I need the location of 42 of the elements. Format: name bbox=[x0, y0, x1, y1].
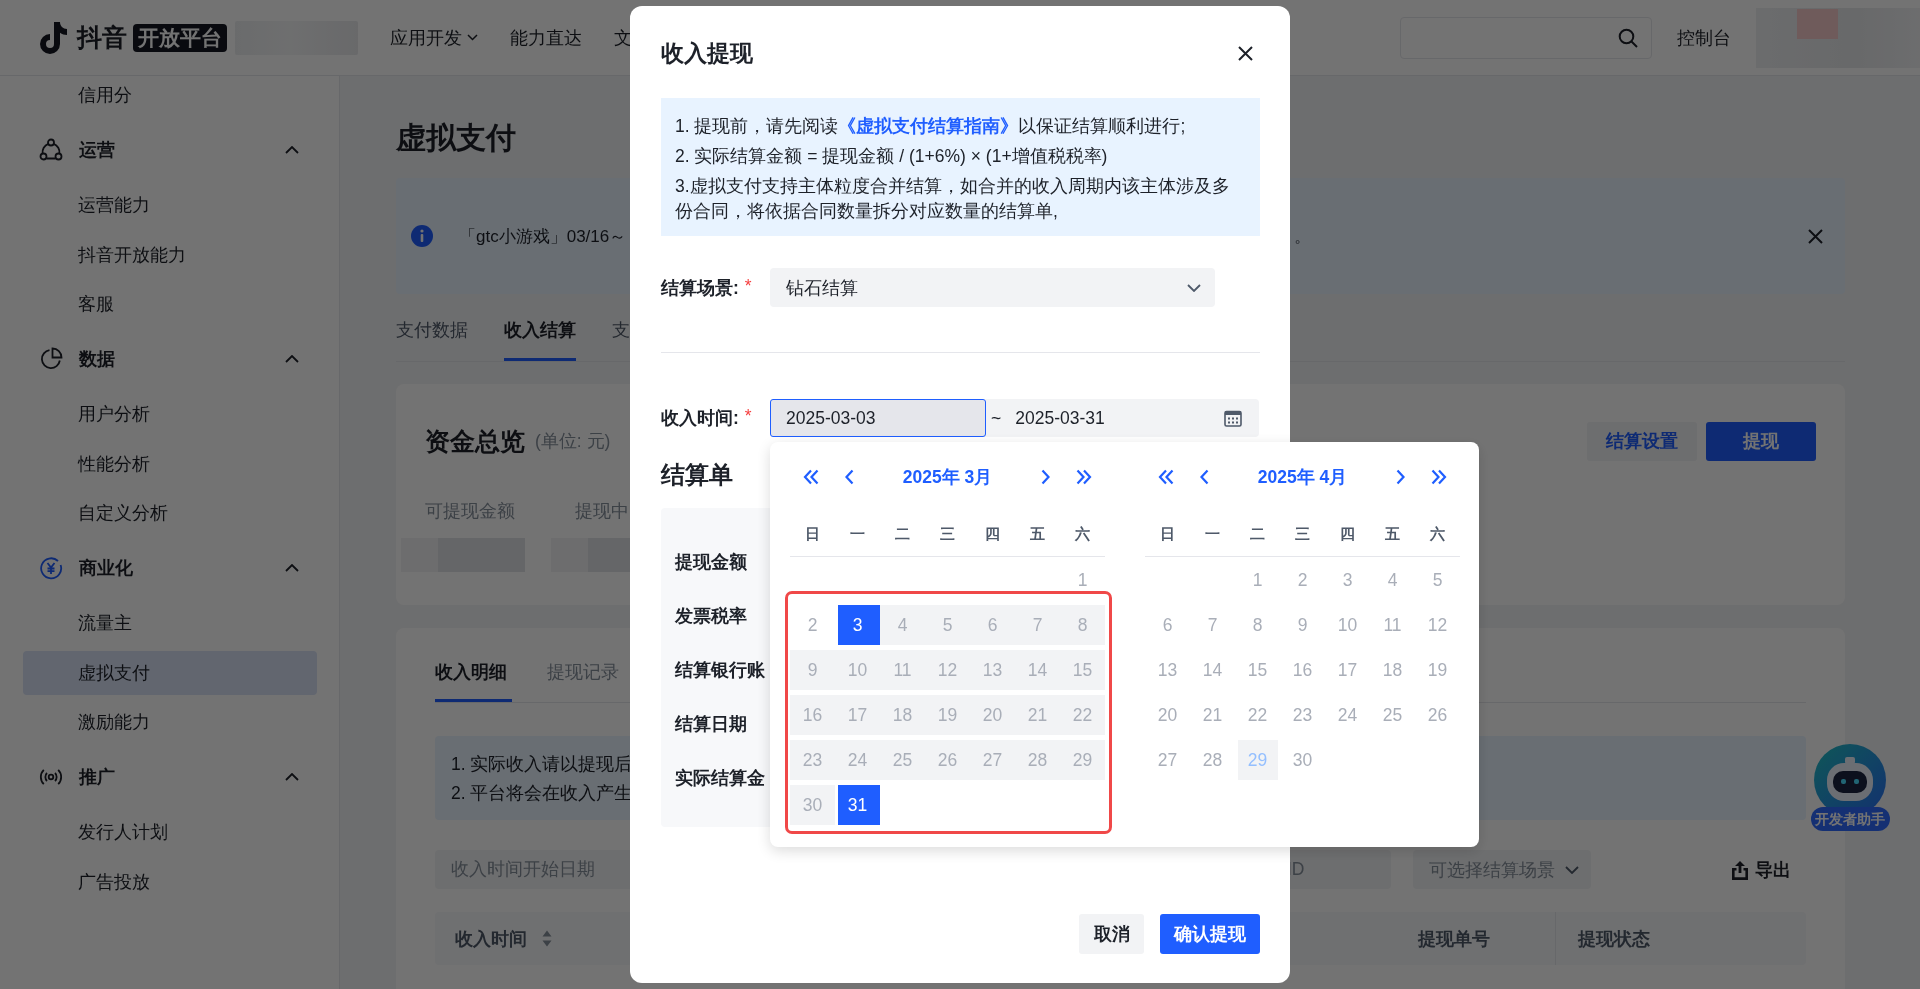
field-label: 结算银行账 bbox=[675, 659, 765, 682]
required-mark: * bbox=[744, 275, 752, 298]
weekday-label: 二 bbox=[1250, 524, 1265, 544]
modal-title: 收入提现 bbox=[661, 39, 753, 68]
weekday-label: 三 bbox=[940, 524, 955, 544]
required-mark: * bbox=[744, 406, 752, 428]
weekday-label: 日 bbox=[805, 524, 820, 544]
section-title: 资金总览 bbox=[425, 425, 525, 457]
weekday-label: 三 bbox=[1295, 524, 1310, 544]
notice-text: 2. 实际结算金额 = 提现金额 / (1+6%) × (1+增值税税率) bbox=[675, 144, 1108, 168]
form-label: 结算场景: bbox=[661, 276, 739, 300]
month-title: 2025年 4月 bbox=[1257, 466, 1348, 489]
weekday-label: 二 bbox=[895, 524, 910, 544]
field-label: 提现金额 bbox=[675, 551, 747, 574]
brand-name: 抖音 bbox=[77, 22, 127, 53]
weekday-label: 四 bbox=[985, 524, 1000, 544]
weekday-label: 日 bbox=[1160, 524, 1175, 544]
weekday-label: 五 bbox=[1030, 524, 1045, 544]
month-title: 2025年 3月 bbox=[902, 466, 993, 489]
weekday-label: 五 bbox=[1385, 524, 1400, 544]
column-header: 提现状态 bbox=[1578, 927, 1650, 951]
field-label: 结算日期 bbox=[675, 713, 747, 736]
notice-text: 3.虚拟支付支持主体粒度合并结算，如合并的收入周期内该主体涉及多份合同，将依据合同数量拆分对应数量的结算单, bbox=[675, 174, 1231, 223]
weekday-label: 一 bbox=[850, 524, 865, 544]
field-label: 实际结算金 bbox=[675, 767, 765, 790]
notice-text: 1. 实际收入请以提现后 bbox=[451, 753, 633, 776]
weekday-label: 四 bbox=[1340, 524, 1355, 544]
column-header: 提现单号 bbox=[1418, 927, 1490, 951]
column-header: 收入时间 bbox=[455, 927, 527, 951]
alert-text: 「gtc小游戏」03/16～ bbox=[459, 225, 627, 248]
notice-text: 1. 提现前，请先阅读《虚拟支付结算指南》以保证结算顺利进行; bbox=[675, 114, 1186, 138]
alert-text: 。 bbox=[1294, 225, 1311, 248]
field-label: 发票税率 bbox=[675, 605, 747, 628]
weekday-label: 一 bbox=[1205, 524, 1220, 544]
form-label: 收入时间: bbox=[661, 407, 739, 430]
weekday-label: 六 bbox=[1430, 524, 1445, 544]
range-separator: ~ bbox=[991, 407, 1002, 429]
section-title: 结算单 bbox=[661, 461, 733, 489]
notice-text: 2. 平台将会在收入产生 bbox=[451, 782, 633, 805]
brand-badge: 开放平台 bbox=[133, 23, 227, 52]
page-title: 虚拟支付 bbox=[396, 120, 516, 156]
weekday-label: 六 bbox=[1075, 524, 1090, 544]
